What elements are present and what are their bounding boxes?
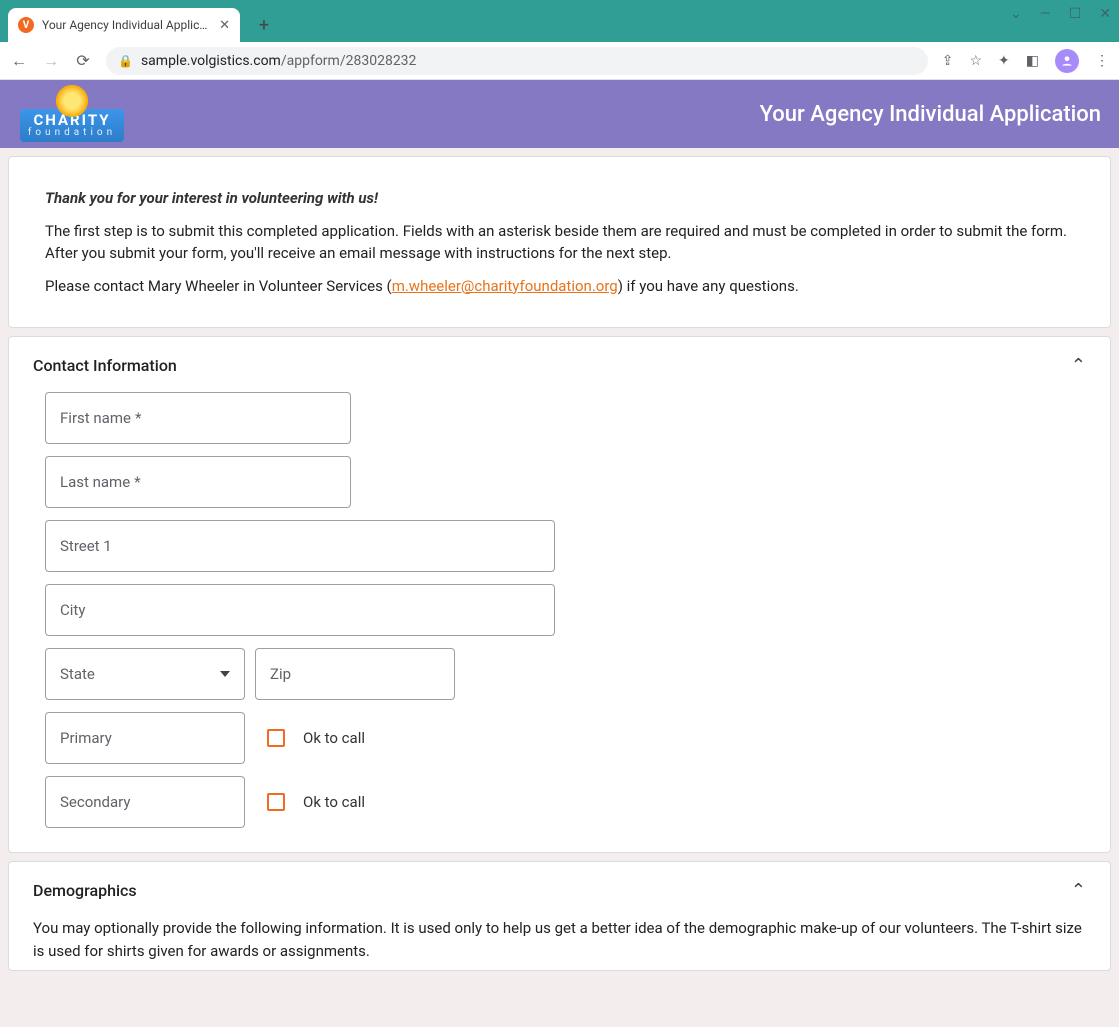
intro-paragraph-2: Please contact Mary Wheeler in Volunteer… (45, 275, 1074, 298)
window-maximize-icon[interactable]: ☐ (1069, 6, 1082, 22)
sidepanel-icon[interactable]: ◧ (1026, 53, 1039, 69)
contact-email-link[interactable]: m.wheeler@charityfoundation.org (392, 277, 618, 295)
chevron-up-icon[interactable]: ⌃ (1071, 880, 1086, 901)
primary-ok-to-call-label: Ok to call (303, 729, 365, 747)
profile-avatar[interactable] (1055, 49, 1079, 73)
secondary-ok-to-call-label: Ok to call (303, 793, 365, 811)
share-icon[interactable]: ⇪ (942, 53, 954, 69)
section-title-contact: Contact Information (33, 356, 177, 375)
window-caret-icon[interactable]: ⌄ (1010, 6, 1022, 22)
back-button[interactable]: ← (10, 51, 28, 71)
required-mark: * (135, 409, 141, 427)
section-header-demographics[interactable]: Demographics ⌃ (9, 862, 1110, 905)
zip-label: Zip (270, 665, 291, 683)
url-text: sample.volgistics.com/appform/283028232 (141, 53, 416, 69)
logo-line1: CHARITY (28, 113, 116, 128)
city-field[interactable]: City (45, 584, 555, 636)
extensions-icon[interactable]: ✦ (998, 53, 1010, 69)
city-label: City (60, 601, 85, 619)
required-mark: * (134, 473, 140, 491)
browser-tab-strip: V Your Agency Individual Applicati ✕ + ⌄… (0, 0, 1119, 42)
last-name-field[interactable]: Last name * (45, 456, 351, 508)
logo-line2: foundation (28, 128, 116, 138)
intro-lead: Thank you for your interest in volunteer… (45, 187, 1074, 210)
primary-label: Primary (60, 729, 112, 747)
demographics-description: You may optionally provide the following… (9, 905, 1110, 962)
tab-favicon: V (18, 17, 34, 33)
tab-close-icon[interactable]: ✕ (219, 18, 230, 33)
state-select[interactable]: State (45, 648, 245, 700)
last-name-label: Last name (60, 473, 130, 491)
street1-label: Street 1 (60, 537, 112, 555)
toolbar-right: ⇪ ☆ ✦ ◧ ⋮ (942, 49, 1109, 73)
logo: CHARITY foundation (12, 87, 132, 142)
section-title-demographics: Demographics (33, 881, 137, 900)
bookmark-icon[interactable]: ☆ (969, 53, 982, 69)
url-path: /appform/283028232 (281, 53, 417, 69)
secondary-label: Secondary (60, 793, 130, 811)
address-bar[interactable]: 🔒 sample.volgistics.com/appform/28302823… (106, 47, 928, 75)
chevron-up-icon[interactable]: ⌃ (1071, 355, 1086, 376)
zip-field[interactable]: Zip (255, 648, 455, 700)
tab-title: Your Agency Individual Applicati (42, 18, 211, 32)
chevron-down-icon (220, 671, 230, 677)
browser-tab[interactable]: V Your Agency Individual Applicati ✕ (8, 8, 240, 42)
intro-contact-prefix: Please contact Mary Wheeler in Volunteer… (45, 277, 392, 295)
window-minimize-icon[interactable]: — (1040, 6, 1051, 22)
primary-phone-field[interactable]: Primary (45, 712, 245, 764)
window-close-icon[interactable]: ✕ (1099, 6, 1111, 22)
forward-button[interactable]: → (42, 51, 60, 71)
street1-field[interactable]: Street 1 (45, 520, 555, 572)
state-label: State (60, 665, 95, 683)
secondary-phone-field[interactable]: Secondary (45, 776, 245, 828)
secondary-ok-to-call-checkbox[interactable] (267, 793, 285, 811)
first-name-label: First name (60, 409, 131, 427)
kebab-menu-icon[interactable]: ⋮ (1095, 53, 1109, 69)
intro-card: Thank you for your interest in volunteer… (8, 156, 1111, 328)
page-title: Your Agency Individual Application (760, 102, 1101, 127)
browser-toolbar: ← → ⟳ 🔒 sample.volgistics.com/appform/28… (0, 42, 1119, 80)
first-name-field[interactable]: First name * (45, 392, 351, 444)
reload-button[interactable]: ⟳ (74, 51, 92, 70)
section-demographics: Demographics ⌃ You may optionally provid… (8, 861, 1111, 971)
lock-icon: 🔒 (118, 54, 133, 68)
logo-sun-icon (58, 87, 86, 115)
page-viewport: CHARITY foundation Your Agency Individua… (0, 80, 1119, 1027)
url-domain: sample.volgistics.com (141, 53, 281, 69)
intro-paragraph-1: The first step is to submit this complet… (45, 220, 1074, 265)
page-banner: CHARITY foundation Your Agency Individua… (0, 80, 1119, 148)
window-controls: ⌄ — ☐ ✕ (1010, 6, 1111, 22)
intro-contact-suffix: ) if you have any questions. (618, 277, 799, 295)
new-tab-button[interactable]: + (250, 11, 278, 39)
section-contact-information: Contact Information ⌃ First name * Last … (8, 336, 1111, 853)
section-header-contact[interactable]: Contact Information ⌃ (9, 337, 1110, 380)
primary-ok-to-call-checkbox[interactable] (267, 729, 285, 747)
